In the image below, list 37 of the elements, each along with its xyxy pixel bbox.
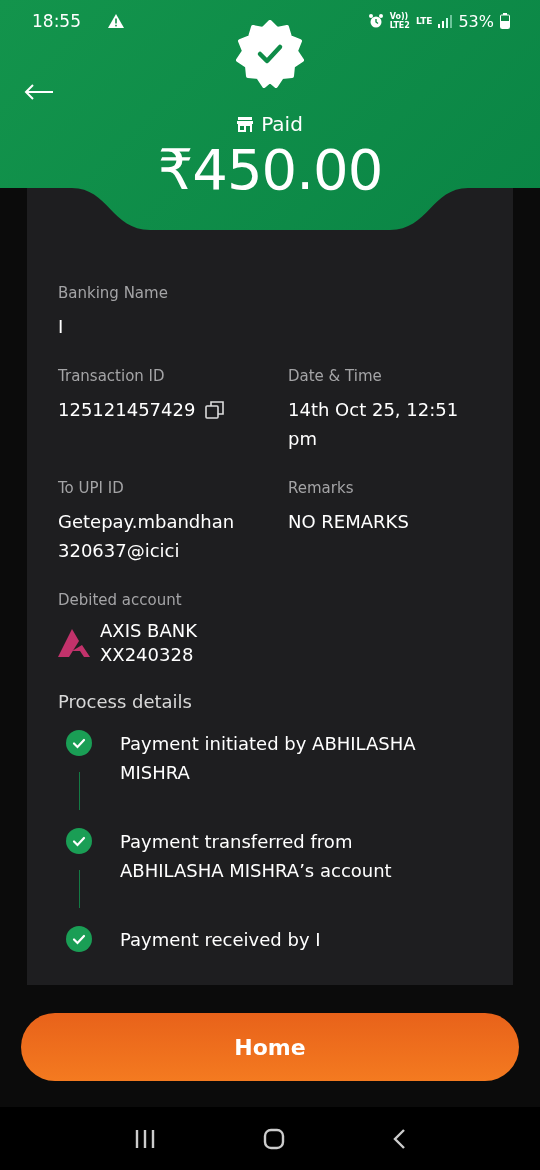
bank-logo-icon [58, 629, 90, 657]
field-label: Date & Time [288, 367, 383, 385]
payment-status: Paid [261, 112, 303, 136]
field-label: To UPI ID [58, 479, 125, 497]
alarm-icon [367, 13, 384, 29]
home-icon[interactable] [263, 1127, 285, 1150]
field-value: I [58, 315, 64, 339]
field-value: 14th Oct 25, 12:51 pm [288, 398, 460, 451]
battery-percent: 53% [458, 11, 494, 31]
step-text: Payment received by I [120, 928, 321, 952]
battery-icon [500, 13, 510, 29]
field-label: Remarks [288, 479, 355, 497]
bank-name: AXIS BANK [100, 619, 198, 643]
step-text: Payment transferred from ABHILASHA MISHRA’s account [120, 830, 393, 883]
verified-badge-icon [236, 20, 304, 88]
field-label: Banking Name [58, 284, 169, 302]
recent-apps-icon[interactable] [133, 1128, 156, 1149]
field-label: Transaction ID [58, 367, 166, 385]
network-label: LTE2 [389, 21, 410, 30]
home-button[interactable]: Home [21, 1013, 519, 1081]
field-value: NO REMARKS [288, 510, 409, 534]
amount: ₹450.00 [157, 138, 383, 202]
field-value: 125121457429 [58, 398, 196, 422]
back-icon[interactable] [392, 1127, 407, 1150]
warning-icon [107, 13, 125, 29]
store-icon [237, 116, 254, 132]
step-text: Payment initiated by ABHILASHA MISHRA [120, 732, 417, 785]
field-label: Debited account [58, 591, 183, 609]
volte-label: Vo)) [389, 12, 410, 21]
network-label: LTE [415, 16, 433, 26]
status-time: 18:55 [32, 11, 81, 31]
signal-icon [438, 14, 453, 28]
back-button[interactable] [24, 84, 54, 100]
field-value: Getepay.mbandhan320637@icici [58, 510, 236, 563]
section-title: Process details [58, 691, 193, 712]
account-number: XX240328 [100, 643, 195, 667]
copy-icon[interactable] [205, 400, 226, 420]
